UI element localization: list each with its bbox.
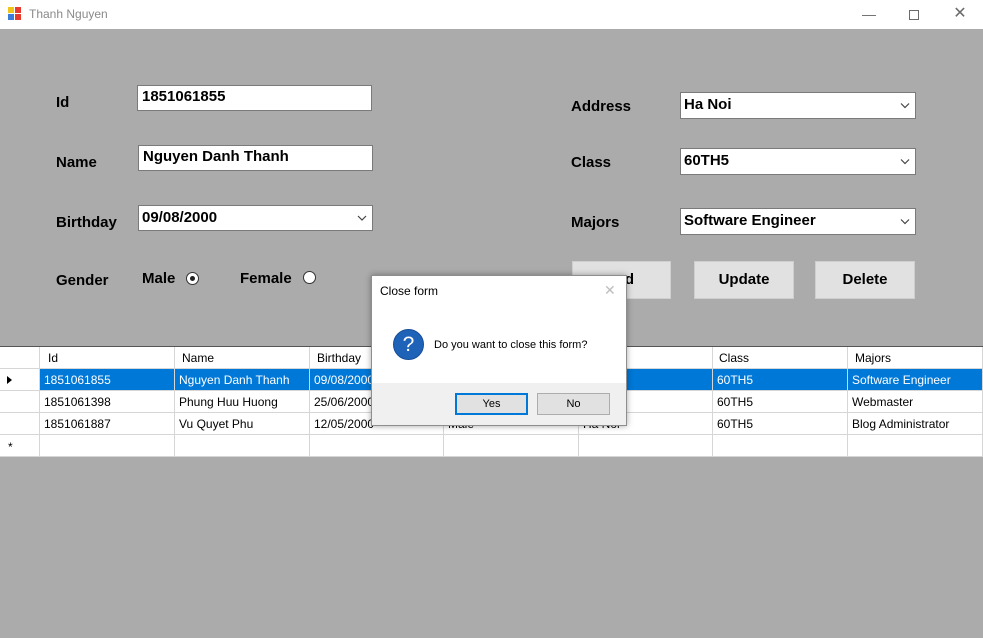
cell-id[interactable]: 1851061887 <box>40 413 175 435</box>
male-label[interactable]: Male <box>142 270 175 287</box>
row-header-corner <box>0 347 40 369</box>
cell-id[interactable]: 1851061855 <box>40 369 175 391</box>
cell-name[interactable]: Vu Quyet Phu <box>175 413 310 435</box>
chevron-down-icon <box>900 159 910 165</box>
cell-name[interactable]: Nguyen Danh Thanh <box>175 369 310 391</box>
cell-majors[interactable]: Software Engineer <box>848 369 983 391</box>
majors-label: Majors <box>571 214 620 231</box>
cell-id[interactable] <box>40 435 175 457</box>
column-header-majors[interactable]: Majors <box>848 347 983 369</box>
column-header-name[interactable]: Name <box>175 347 310 369</box>
maximize-icon <box>909 10 919 21</box>
new-row[interactable]: * <box>0 435 983 457</box>
yes-button[interactable]: Yes <box>455 393 528 415</box>
cell-name[interactable]: Phung Huu Huong <box>175 391 310 413</box>
birthday-value: 09/08/2000 <box>142 209 218 226</box>
chevron-down-icon <box>357 215 367 221</box>
birthday-label: Birthday <box>56 214 117 231</box>
no-button[interactable]: No <box>537 393 610 415</box>
cell-gender[interactable] <box>444 435 579 457</box>
current-row-icon <box>7 376 12 384</box>
birthday-datepicker[interactable]: 09/08/2000 <box>138 205 373 231</box>
class-value: 60TH5 <box>684 152 730 169</box>
address-value: Ha Noi <box>684 96 732 113</box>
cell-class[interactable]: 60TH5 <box>713 391 848 413</box>
window-title: Thanh Nguyen <box>29 7 108 21</box>
row-header[interactable] <box>0 391 40 413</box>
dialog-title: Close form <box>380 284 439 298</box>
name-input[interactable]: Nguyen Danh Thanh <box>138 145 373 171</box>
chevron-down-icon <box>900 103 910 109</box>
dialog-footer: Yes No <box>372 383 626 425</box>
gender-label: Gender <box>56 272 109 289</box>
row-header[interactable] <box>0 413 40 435</box>
cell-address[interactable] <box>579 435 713 457</box>
update-button[interactable]: Update <box>694 261 794 299</box>
cell-class[interactable]: 60TH5 <box>713 369 848 391</box>
dialog-close-button[interactable]: ✕ <box>604 282 616 299</box>
cell-majors[interactable] <box>848 435 983 457</box>
cell-class[interactable] <box>713 435 848 457</box>
delete-button[interactable]: Delete <box>815 261 915 299</box>
male-radio[interactable] <box>186 272 199 285</box>
cell-name[interactable] <box>175 435 310 457</box>
id-label: Id <box>56 94 70 111</box>
majors-value: Software Engineer <box>684 212 816 229</box>
dialog-message: Do you want to close this form? <box>434 339 588 351</box>
id-input[interactable]: 1851061855 <box>137 85 372 111</box>
row-header[interactable]: * <box>0 435 40 457</box>
new-row-marker: * <box>8 440 13 454</box>
class-label: Class <box>571 154 612 171</box>
cell-majors[interactable]: Blog Administrator <box>848 413 983 435</box>
cell-class[interactable]: 60TH5 <box>713 413 848 435</box>
close-form-dialog: Close form ✕ ? Do you want to close this… <box>371 275 627 426</box>
female-label[interactable]: Female <box>240 270 292 287</box>
address-combobox[interactable]: Ha Noi <box>680 92 916 119</box>
cell-birthday[interactable] <box>310 435 444 457</box>
column-header-class[interactable]: Class <box>713 347 848 369</box>
row-header[interactable] <box>0 369 40 391</box>
majors-combobox[interactable]: Software Engineer <box>680 208 916 235</box>
radio-selected-dot <box>190 276 195 281</box>
address-label: Address <box>571 98 632 115</box>
class-combobox[interactable]: 60TH5 <box>680 148 916 175</box>
minimize-button[interactable]: — <box>846 0 892 29</box>
maximize-button[interactable] <box>891 0 937 29</box>
close-window-button[interactable]: ✕ <box>937 0 983 29</box>
cell-id[interactable]: 1851061398 <box>40 391 175 413</box>
question-icon: ? <box>393 329 424 360</box>
column-header-id[interactable]: Id <box>40 347 175 369</box>
female-radio[interactable] <box>303 271 316 284</box>
cell-majors[interactable]: Webmaster <box>848 391 983 413</box>
title-bar: Thanh Nguyen — ✕ <box>0 0 983 29</box>
name-label: Name <box>56 154 97 171</box>
app-icon <box>8 7 22 21</box>
chevron-down-icon <box>900 219 910 225</box>
